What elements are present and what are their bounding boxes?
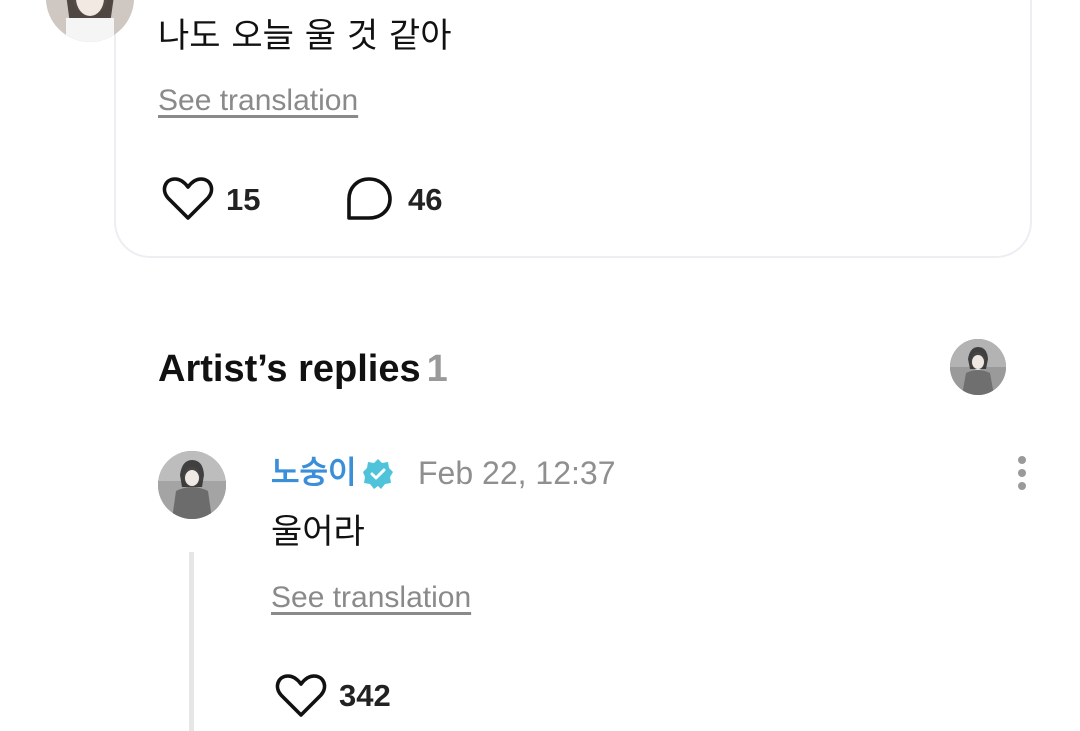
post-text: 나도 오늘 울 것 같아 [158,16,452,56]
artist-name[interactable]: 노숭이 [271,453,357,493]
reply-text: 울어라 [271,512,365,552]
post-like-count: 15 [226,182,261,217]
artist-replies-count: 1 [426,348,448,390]
see-translation-link[interactable]: See translation [158,84,358,118]
reply-like-count: 342 [339,678,391,713]
artist-small-avatar[interactable] [950,339,1006,395]
thread-line [189,552,194,731]
artist-replies-label: Artist’s replies [158,348,421,390]
post-comment-count: 46 [408,182,443,217]
artist-avatar[interactable] [158,451,226,519]
verified-badge-icon [363,459,393,489]
more-vertical-icon[interactable] [1008,452,1036,494]
reply-see-translation-link[interactable]: See translation [271,581,471,615]
comment-bubble-icon[interactable] [345,176,393,222]
heart-icon[interactable] [275,673,327,719]
heart-icon[interactable] [162,176,214,222]
artist-replies-title: Artist’s replies 1 [158,346,448,392]
reply-date: Feb 22, 12:37 [418,455,616,491]
